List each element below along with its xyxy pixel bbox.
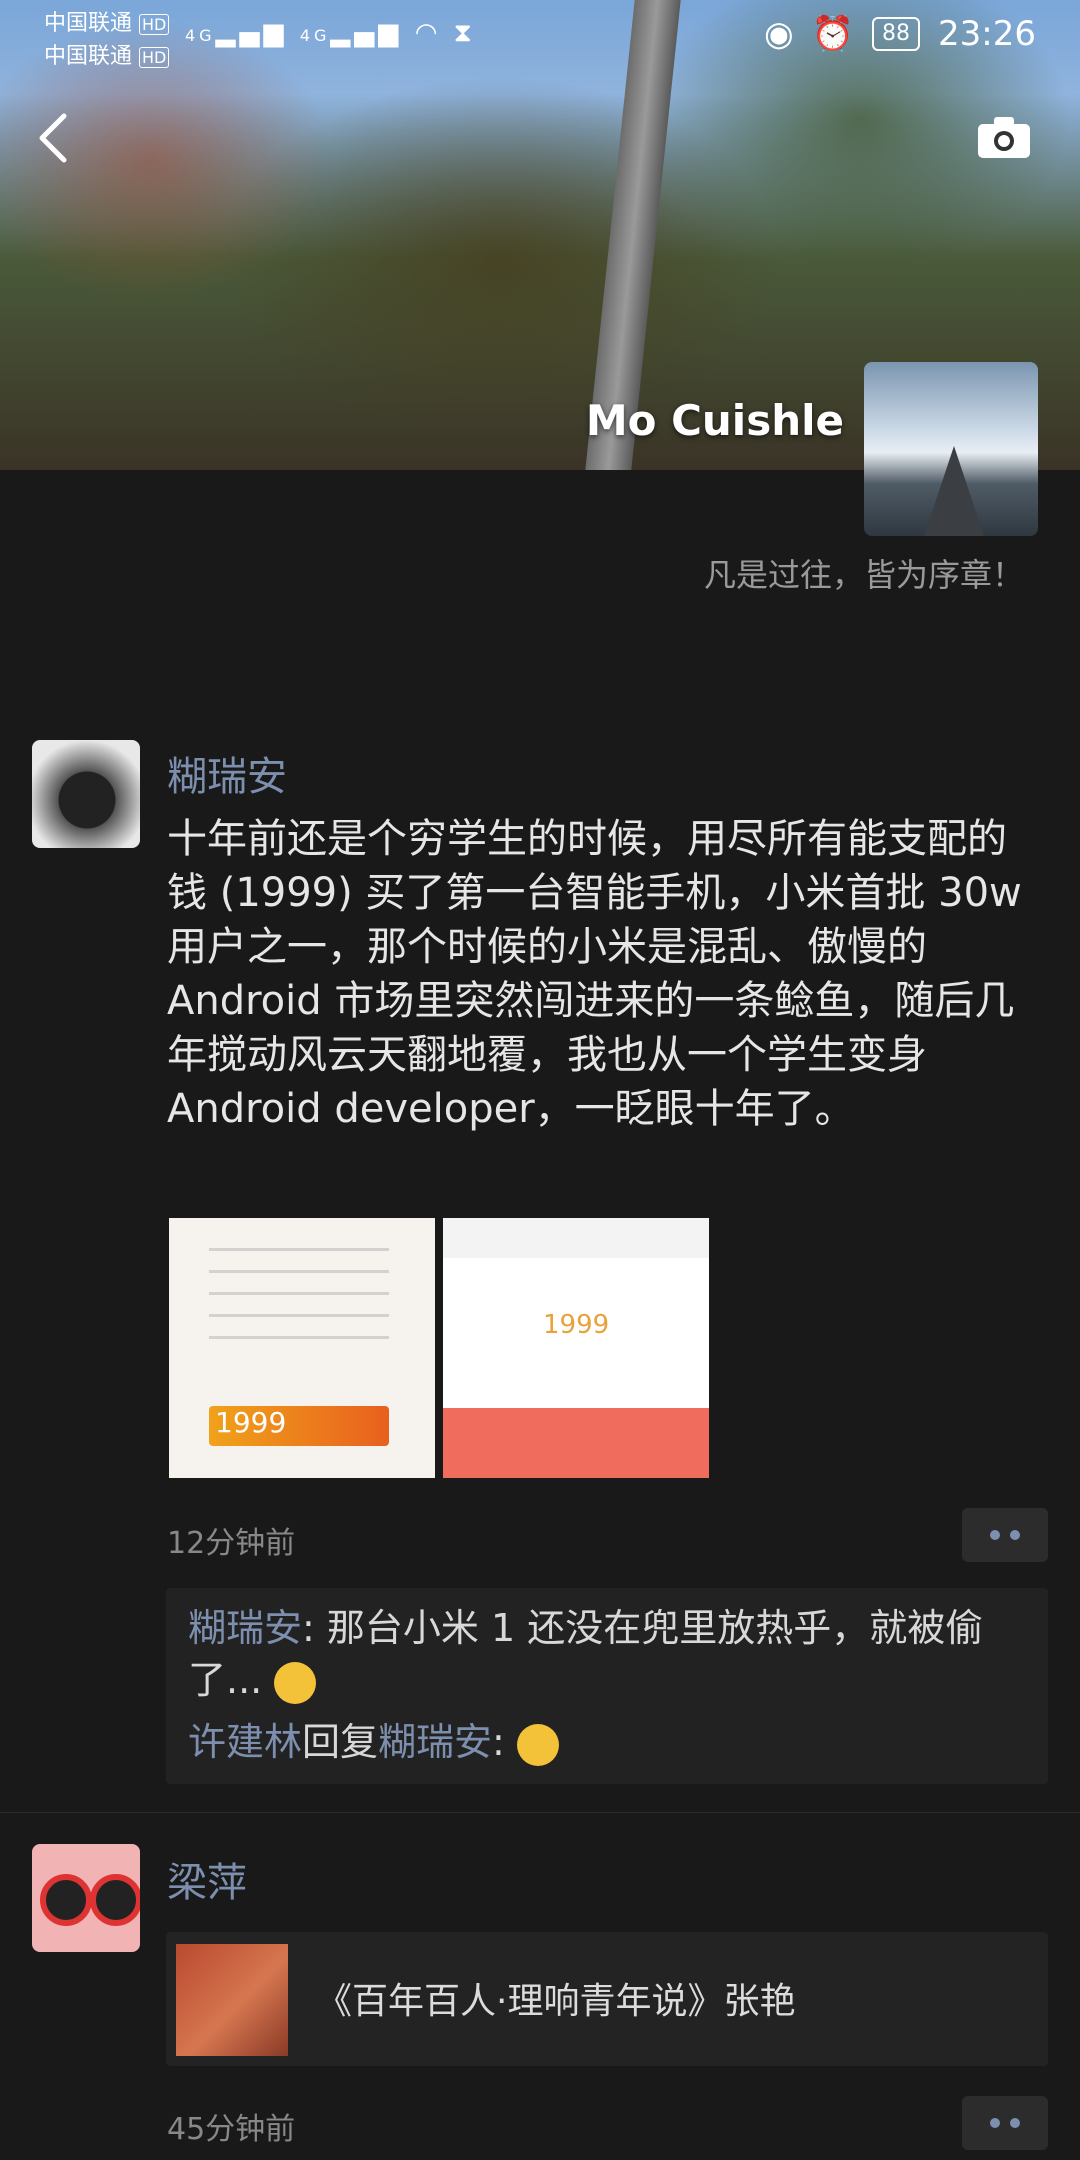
comment-list: 糊瑞安: 那台小米 1 还没在兜里放热乎，就被偷了... 许建林回复糊瑞安: bbox=[166, 1588, 1048, 1784]
hd-badge-2: HD bbox=[139, 47, 170, 68]
post-divider bbox=[0, 1812, 1080, 1813]
link-thumbnail bbox=[176, 1944, 288, 2056]
comment-text: : bbox=[492, 1720, 517, 1764]
laughing-emoji-icon bbox=[516, 1723, 559, 1766]
post-time: 12分钟前 bbox=[167, 1526, 296, 1561]
profile-avatar[interactable] bbox=[864, 362, 1038, 536]
post-author[interactable]: 糊瑞安 bbox=[167, 744, 287, 802]
camera-icon[interactable] bbox=[976, 114, 1032, 160]
post-time: 45分钟前 bbox=[167, 2112, 296, 2147]
post-images: 1999 1999 bbox=[169, 1218, 709, 1478]
battery-indicator: 88 bbox=[872, 17, 921, 51]
eye-icon: ◉ bbox=[764, 14, 794, 54]
reply-to[interactable]: 糊瑞安 bbox=[378, 1720, 492, 1764]
link-title: 《百年百人·理响青年说》张艳 bbox=[316, 1981, 796, 2022]
post-author[interactable]: 梁萍 bbox=[167, 1850, 247, 1908]
comment-item[interactable]: 糊瑞安: 那台小米 1 还没在兜里放热乎，就被偷了... bbox=[188, 1602, 1026, 1706]
network-type-1: 4G bbox=[185, 26, 216, 45]
status-right: ◉ ⏰ 88 23:26 bbox=[764, 14, 1036, 54]
signal-icon: ▂▄▆ bbox=[215, 18, 288, 48]
post-image-1[interactable]: 1999 bbox=[169, 1218, 435, 1478]
thumb-price-2: 1999 bbox=[543, 1310, 610, 1340]
carrier-info: 中国联通 HD 中国联通 HD bbox=[44, 8, 170, 74]
hourglass-icon: ⧗ bbox=[453, 18, 476, 48]
signal-icons: 4G▂▄▆ 4G▂▄▆ ◠ ⧗ bbox=[185, 18, 476, 49]
back-arrow-icon[interactable] bbox=[34, 108, 74, 168]
comment-item[interactable]: 许建林回复糊瑞安: bbox=[188, 1716, 1026, 1768]
profile-name: Mo Cuishle bbox=[585, 396, 844, 445]
status-bar: 中国联通 HD 中国联通 HD 4G▂▄▆ 4G▂▄▆ ◠ ⧗ ◉ ⏰ 88 2… bbox=[0, 0, 1080, 70]
more-actions-button[interactable] bbox=[962, 1508, 1048, 1562]
comment-author[interactable]: 糊瑞安 bbox=[188, 1606, 302, 1650]
crying-emoji-icon bbox=[274, 1661, 317, 1704]
more-actions-button[interactable] bbox=[962, 2096, 1048, 2150]
clock: 23:26 bbox=[938, 14, 1036, 54]
shared-link-card[interactable]: 《百年百人·理响青年说》张艳 bbox=[166, 1932, 1048, 2066]
profile-signature: 凡是过往，皆为序章！ bbox=[703, 556, 1024, 594]
carrier-2: 中国联通 bbox=[44, 44, 133, 69]
network-type-2: 4G bbox=[299, 26, 331, 45]
hd-badge-1: HD bbox=[139, 14, 170, 35]
thumb-price-1: 1999 bbox=[209, 1406, 389, 1446]
comment-author[interactable]: 许建林 bbox=[188, 1720, 302, 1764]
avatar[interactable] bbox=[32, 740, 140, 848]
post-image-2[interactable]: 1999 bbox=[443, 1218, 709, 1478]
reply-word: 回复 bbox=[302, 1720, 379, 1764]
wifi-icon: ◠ bbox=[414, 18, 442, 48]
post-text: 十年前还是个穷学生的时候，用尽所有能支配的钱 (1999) 买了第一台智能手机，… bbox=[167, 816, 1022, 1132]
signal-icon-2: ▂▄▆ bbox=[330, 18, 403, 48]
carrier-1: 中国联通 bbox=[44, 11, 133, 36]
alarm-icon: ⏰ bbox=[811, 14, 855, 54]
avatar[interactable] bbox=[32, 1844, 140, 1952]
